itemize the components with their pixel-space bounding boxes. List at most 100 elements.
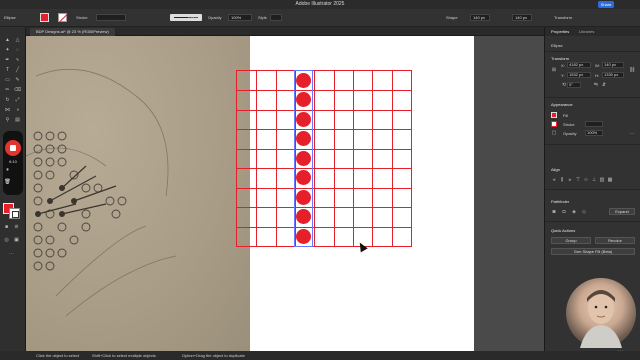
eraser-tool-icon[interactable]: ⌫ (14, 87, 21, 94)
x-label: X: (561, 63, 565, 68)
align-to-icon[interactable]: ▦ (607, 177, 613, 183)
stroke-label[interactable]: Stroke (563, 122, 575, 127)
flip-vertical-icon[interactable]: ⇵ (601, 82, 607, 88)
pencil-tool-icon[interactable]: ✏ (4, 87, 11, 94)
grid-line-horizontal (237, 207, 411, 208)
opacity-label[interactable]: Opacity (563, 131, 577, 136)
tab-properties[interactable]: Properties (551, 29, 569, 34)
sketch-overlay (26, 68, 177, 317)
pause-icon[interactable]: ⏸ (4, 167, 11, 174)
fill-swatch[interactable] (40, 13, 49, 22)
rotate-tool-icon[interactable]: ↻ (4, 97, 11, 104)
constrain-proportions-icon[interactable]: ⛓ (629, 67, 635, 73)
red-dot[interactable] (296, 190, 311, 205)
grid-line-horizontal (237, 188, 411, 189)
appearance-stroke-swatch[interactable] (551, 121, 557, 127)
align-center-v-icon[interactable]: ⊹ (583, 177, 589, 183)
scale-tool-icon[interactable]: ⤢ (14, 97, 21, 104)
recolor-button[interactable]: Recolor (595, 237, 635, 244)
h-field[interactable]: 1330 px (602, 72, 624, 78)
gen-shape-fill-button[interactable]: Gen Shape Fill (Beta) (551, 248, 635, 255)
document-tab[interactable]: BDP Designs.ai* @ 23 % (RGB/Preview) (30, 28, 115, 36)
align-right-icon[interactable]: ⫸ (567, 177, 573, 183)
align-top-icon[interactable]: ⊤ (575, 177, 581, 183)
stroke-weight-field[interactable] (96, 14, 126, 21)
direct-selection-tool-icon[interactable]: △ (14, 37, 21, 44)
type-tool-icon[interactable]: T (4, 67, 11, 74)
status-hint-option: Option+Drag the object to duplicate (182, 353, 245, 358)
height-field[interactable]: 140 px (512, 14, 532, 21)
trash-icon[interactable]: 🗑 (4, 179, 11, 186)
red-dot[interactable] (296, 112, 311, 127)
stroke-weight-field[interactable] (585, 121, 603, 127)
angle-field[interactable]: 0° (567, 82, 581, 88)
selection-tool-icon[interactable]: ▲ (4, 37, 11, 44)
share-button[interactable]: Share (598, 1, 614, 8)
gradient-tool-icon[interactable]: ▤ (14, 117, 21, 124)
red-dot[interactable] (296, 131, 311, 146)
distribute-icon[interactable]: ▥ (599, 177, 605, 183)
flip-horizontal-icon[interactable]: ⇋ (593, 82, 599, 88)
width-tool-icon[interactable]: ⋈ (4, 107, 11, 114)
presenter-face-icon (580, 290, 622, 348)
line-tool-icon[interactable]: ╱ (14, 67, 21, 74)
red-dot[interactable] (296, 209, 311, 224)
toolbar-stroke-swatch[interactable] (9, 208, 20, 219)
red-dot[interactable] (296, 92, 311, 107)
group-button[interactable]: Group (551, 237, 591, 244)
selected-dot-column[interactable] (294, 70, 313, 247)
more-tools-icon[interactable]: ⋯ (8, 251, 15, 258)
screen-mode-icon[interactable]: ▣ (13, 237, 20, 244)
brush-label[interactable]: Basic (188, 15, 198, 20)
red-dot[interactable] (296, 73, 311, 88)
align-center-h-icon[interactable]: ⫼ (559, 177, 565, 183)
intersect-icon[interactable]: ◈ (571, 209, 577, 215)
expand-button[interactable]: Expand (609, 208, 635, 215)
tab-libraries[interactable]: Libraries (579, 29, 594, 34)
w-label: W: (595, 63, 600, 68)
none-color-icon[interactable]: ⊘ (13, 224, 20, 231)
x-field[interactable]: 4182 px (567, 62, 591, 68)
align-left-icon[interactable]: ⫷ (551, 177, 557, 183)
opacity-field[interactable]: 100% (585, 130, 603, 136)
red-dot[interactable] (296, 229, 311, 244)
align-bottom-icon[interactable]: ⊥ (591, 177, 597, 183)
grid-line-vertical (353, 71, 354, 246)
rectangle-tool-icon[interactable]: ▭ (4, 77, 11, 84)
minus-front-icon[interactable]: ◘ (561, 209, 567, 215)
eyedropper-tool-icon[interactable]: ⚲ (4, 117, 11, 124)
opacity-field[interactable]: 100% (228, 14, 252, 21)
shape-builder-tool-icon[interactable]: ◑ (14, 107, 21, 114)
pen-tool-icon[interactable]: ✒ (4, 57, 11, 64)
red-grid[interactable] (236, 70, 412, 247)
red-dot[interactable] (296, 170, 311, 185)
color-mode-icon[interactable]: ■ (3, 224, 10, 231)
h-label: H: (595, 73, 599, 78)
more-options-icon[interactable]: ⋯ (629, 131, 635, 137)
curvature-tool-icon[interactable]: ∿ (14, 57, 21, 64)
stroke-swatch[interactable] (58, 13, 67, 22)
status-hint-select: Click the object to select (36, 353, 80, 358)
width-field[interactable]: 140 px (470, 14, 490, 21)
shape-label: Shape (446, 15, 458, 20)
appearance-fill-swatch[interactable] (551, 112, 557, 118)
reference-photo[interactable] (26, 36, 250, 351)
w-field[interactable]: 140 px (602, 62, 624, 68)
magic-wand-tool-icon[interactable]: ✦ (4, 47, 11, 54)
lasso-tool-icon[interactable]: ◌ (14, 47, 21, 54)
quick-actions-title: Quick Actions (551, 228, 576, 233)
exclude-icon[interactable]: ◇ (581, 209, 587, 215)
reference-point-icon[interactable]: ⊞ (551, 67, 557, 73)
divider (545, 189, 640, 190)
style-select[interactable] (270, 14, 282, 21)
appearance-title: Appearance (551, 102, 573, 107)
stroke-label[interactable]: Stroke (76, 15, 88, 20)
record-stop-button[interactable] (5, 140, 21, 156)
unite-icon[interactable]: ◙ (551, 209, 557, 215)
divider (545, 221, 640, 222)
red-dot[interactable] (296, 151, 311, 166)
paintbrush-tool-icon[interactable]: ✎ (14, 77, 21, 84)
draw-mode-icon[interactable]: ◎ (3, 237, 10, 244)
transform-link[interactable]: Transform (554, 15, 572, 20)
y-field[interactable]: 1532 px (567, 72, 591, 78)
